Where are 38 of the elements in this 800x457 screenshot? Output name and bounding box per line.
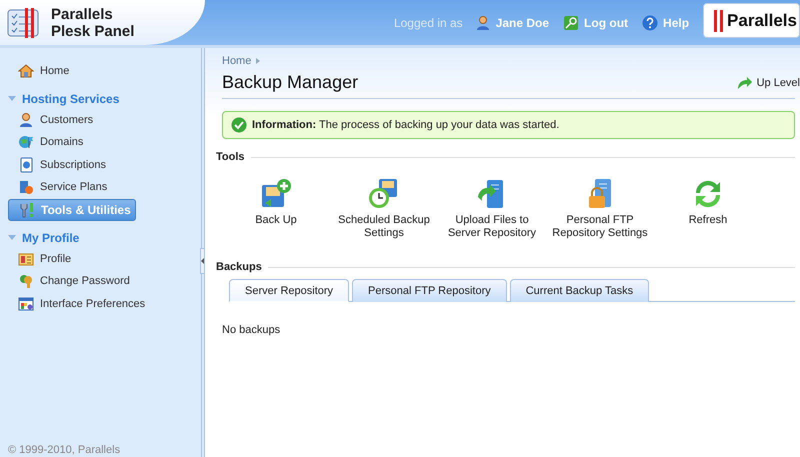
product-name: Parallels Plesk Panel (51, 6, 136, 40)
tool-button[interactable]: Refresh (654, 177, 762, 249)
document-icon (18, 156, 34, 172)
info-message-text: Information: The process of backing up your data was started. (252, 119, 560, 131)
tool-button[interactable]: Personal FTP Repository Settings (546, 177, 654, 249)
globe-icon (18, 134, 34, 150)
sidebar-item[interactable]: Profile (8, 248, 136, 270)
up-level-link[interactable]: Up Level (736, 74, 800, 90)
person-icon (474, 14, 491, 30)
tab[interactable]: Current Backup Tasks (510, 279, 650, 302)
tool-button[interactable]: Upload Files to Server Repository (438, 177, 546, 249)
sidebar-item[interactable]: Service Plans (8, 176, 136, 198)
sidebar-item[interactable]: Home (8, 60, 136, 82)
profile-card-icon (18, 250, 34, 266)
tools-icon (19, 202, 35, 218)
panel-logo-icon (7, 6, 41, 40)
brand-logo: Parallels (703, 3, 800, 38)
tool-button[interactable]: Scheduled Backup Settings (330, 177, 438, 249)
window-settings-icon (18, 296, 34, 312)
tab[interactable]: Server Repository (229, 279, 350, 302)
breadcrumb-link[interactable]: Home (222, 55, 252, 67)
tab[interactable]: Personal FTP Repository (352, 279, 507, 302)
copyright-text: © 1999-2010, Parallels (8, 444, 122, 457)
section-heading: Tools (216, 151, 245, 163)
person-icon (18, 112, 34, 128)
page-title: Backup Manager (222, 72, 358, 93)
sidebar-item[interactable]: Change Password (8, 270, 136, 292)
sidebar-item[interactable]: Interface Preferences (8, 292, 150, 314)
logged-in-label: Logged in as (394, 16, 463, 30)
empty-text: No backups (222, 324, 282, 336)
house-icon (18, 62, 34, 78)
check-icon (231, 117, 247, 133)
sidebar-item[interactable]: Domains (8, 131, 136, 153)
sidebar-item[interactable]: Customers (8, 108, 136, 130)
sidebar-item[interactable]: Subscriptions (8, 154, 136, 176)
section-heading: Backups (216, 261, 262, 273)
help-icon (642, 14, 658, 30)
tool-button[interactable]: Back Up (222, 177, 330, 249)
